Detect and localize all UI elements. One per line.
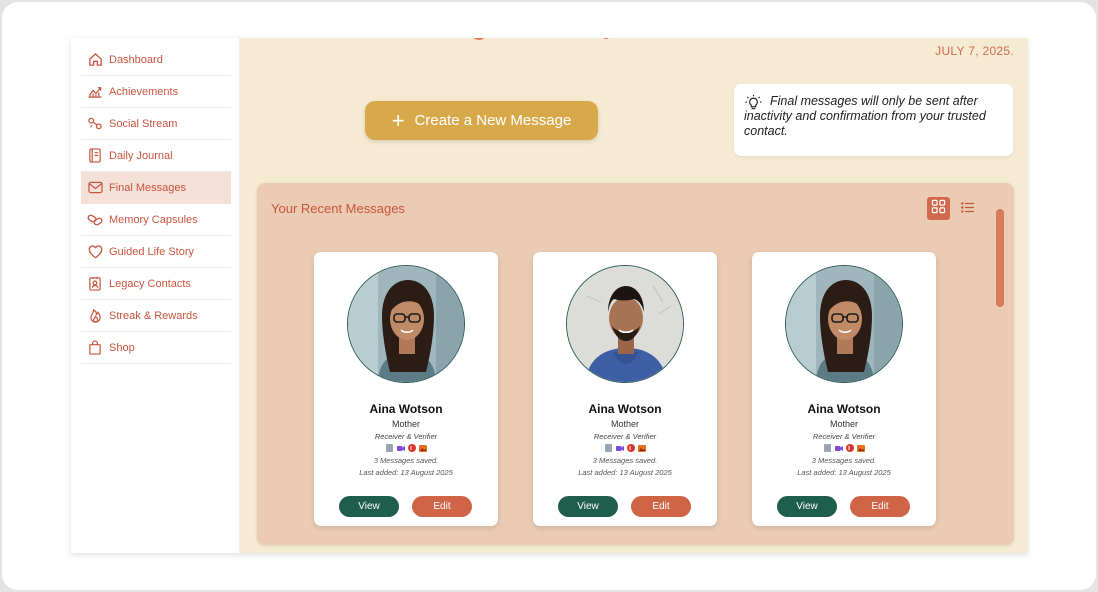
decorative-arc (601, 38, 611, 39)
audio-icon (407, 444, 416, 452)
sidebar-item-daily-journal[interactable]: Daily Journal (81, 140, 231, 172)
flame-icon (87, 308, 103, 324)
recipient-name: Aina Wotson (807, 402, 881, 416)
recipient-name: Aina Wotson (588, 402, 662, 416)
document-icon (824, 444, 832, 452)
recipient-role: Receiver & Verifier (593, 432, 657, 441)
document-icon (605, 444, 613, 452)
image-icon (418, 444, 427, 452)
recipient-relation: Mother (610, 419, 639, 429)
sidebar: Dashboard Achievements Social Stream Dai… (71, 38, 240, 553)
sidebar-item-dashboard[interactable]: Dashboard (81, 44, 231, 76)
audio-icon (626, 444, 635, 452)
message-type-icons (314, 444, 498, 452)
sidebar-item-label: Dashboard (109, 53, 163, 66)
sidebar-item-label: Legacy Contacts (109, 277, 191, 290)
sidebar-item-label: Memory Capsules (109, 213, 198, 226)
sidebar-item-final-messages[interactable]: Final Messages (81, 172, 231, 204)
view-button[interactable]: View (558, 496, 618, 517)
recipient-relation: Mother (829, 419, 858, 429)
heart-icon (87, 244, 103, 260)
image-icon (856, 444, 865, 452)
edit-button[interactable]: Edit (631, 496, 691, 517)
grid-icon (931, 199, 946, 219)
recipient-card: Aina Wotson Mother Receiver & Verifier 3… (533, 252, 717, 526)
avatar (566, 265, 684, 383)
create-new-message-label: Create a New Message (414, 112, 572, 129)
last-added-date: Last added: 13 August 2025 (578, 468, 672, 477)
video-icon (834, 444, 843, 452)
view-button[interactable]: View (339, 496, 399, 517)
image-icon (637, 444, 646, 452)
sidebar-item-shop[interactable]: Shop (81, 332, 231, 364)
info-text: Final messages will only be sent after i… (744, 94, 986, 138)
plus-icon: + (391, 107, 405, 133)
view-button[interactable]: View (777, 496, 837, 517)
info-notice: Final messages will only be sent after i… (734, 84, 1013, 156)
recipient-relation: Mother (391, 419, 420, 429)
create-new-message-button[interactable]: + Create a New Message (365, 101, 598, 140)
sidebar-item-achievements[interactable]: Achievements (81, 76, 231, 108)
sidebar-item-label: Guided Life Story (109, 245, 194, 258)
edit-button[interactable]: Edit (850, 496, 910, 517)
message-type-icons (533, 444, 717, 452)
messages-saved-count: 3 Messages saved. (373, 456, 439, 465)
avatar (785, 265, 903, 383)
shopping-bag-icon (87, 340, 103, 356)
chart-line-icon (87, 84, 103, 100)
lightbulb-icon (744, 94, 763, 116)
recipient-role: Receiver & Verifier (812, 432, 876, 441)
contact-badge-icon (87, 276, 103, 292)
recipient-card: Aina Wotson Mother Receiver & Verifier 3… (752, 252, 936, 526)
messages-saved-count: 3 Messages saved. (811, 456, 877, 465)
panel-scrollbar[interactable] (996, 209, 1004, 307)
video-icon (615, 444, 624, 452)
sidebar-item-label: Shop (109, 341, 135, 354)
sidebar-item-label: Social Stream (109, 117, 178, 130)
mail-icon (87, 180, 103, 196)
messages-saved-count: 3 Messages saved. (592, 456, 658, 465)
sidebar-item-memory-capsules[interactable]: Memory Capsules (81, 204, 231, 236)
journal-icon (87, 148, 103, 164)
recipient-name: Aina Wotson (369, 402, 443, 416)
recipient-card: Aina Wotson Mother Receiver & Verifier 3… (314, 252, 498, 526)
last-added-date: Last added: 13 August 2025 (797, 468, 891, 477)
sidebar-item-guided-life-story[interactable]: Guided Life Story (81, 236, 231, 268)
edit-button[interactable]: Edit (412, 496, 472, 517)
avatar (347, 265, 465, 383)
sidebar-item-label: Final Messages (109, 181, 187, 194)
sidebar-item-legacy-contacts[interactable]: Legacy Contacts (81, 268, 231, 300)
list-view-button[interactable] (958, 199, 978, 219)
sidebar-item-label: Streak & Rewards (109, 309, 198, 322)
app-window: Dashboard Achievements Social Stream Dai… (71, 38, 1028, 553)
grid-view-button[interactable] (927, 197, 950, 220)
capsule-icon (87, 212, 103, 228)
section-title: Your Recent Messages (271, 201, 405, 216)
recipient-role: Receiver & Verifier (374, 432, 438, 441)
sidebar-item-label: Daily Journal (109, 149, 173, 162)
current-date: JULY 7, 2025. (935, 44, 1014, 58)
social-stream-icon (87, 116, 103, 132)
last-added-date: Last added: 13 August 2025 (359, 468, 453, 477)
sidebar-item-streak-rewards[interactable]: Streak & Rewards (81, 300, 231, 332)
message-type-icons (752, 444, 936, 452)
document-icon (386, 444, 394, 452)
home-icon (87, 52, 103, 68)
list-icon (961, 200, 975, 218)
sidebar-item-label: Achievements (109, 85, 179, 98)
video-icon (396, 444, 405, 452)
decorative-arc (471, 38, 487, 40)
sidebar-item-social-stream[interactable]: Social Stream (81, 108, 231, 140)
audio-icon (845, 444, 854, 452)
recent-messages-panel: Your Recent Messages Aina Wotson Mother … (257, 183, 1014, 545)
